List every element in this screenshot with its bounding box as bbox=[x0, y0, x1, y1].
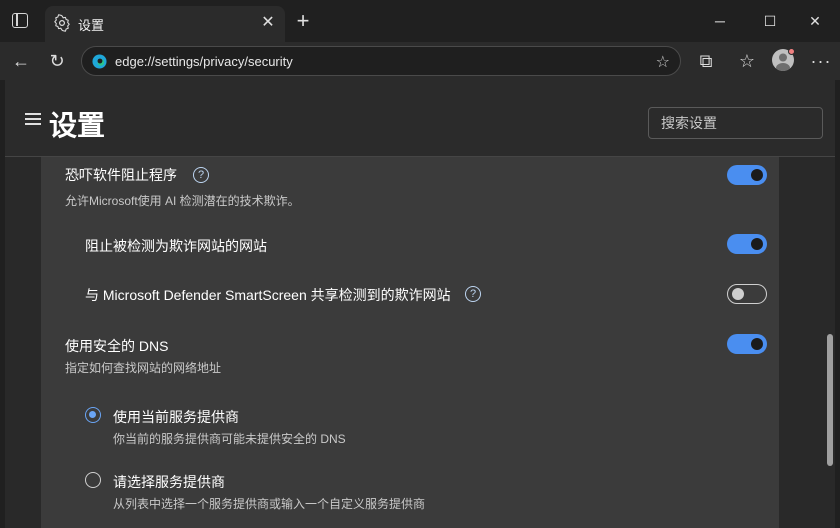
favorites-button[interactable]: ☆ bbox=[734, 48, 760, 74]
secure-dns-title: 使用安全的 DNS bbox=[65, 338, 169, 354]
dns-choose-desc: 从列表中选择一个服务提供商或输入一个自定义服务提供商 bbox=[113, 497, 426, 511]
tab-title: 设置 bbox=[78, 18, 105, 33]
scareware-desc: 允许Microsoft使用 AI 检测潜在的技术欺诈。 bbox=[65, 194, 300, 208]
dns-current-title: 使用当前服务提供商 bbox=[113, 409, 239, 425]
secure-dns-desc: 指定如何查找网站的网络地址 bbox=[65, 361, 222, 375]
refresh-button[interactable]: ↻ bbox=[44, 48, 70, 74]
dns-choose-radio[interactable] bbox=[85, 472, 101, 488]
minimize-button[interactable]: ─ bbox=[705, 8, 735, 34]
profile-notification-badge bbox=[788, 48, 795, 55]
help-icon[interactable]: ? bbox=[193, 167, 209, 183]
scareware-title: 恐吓软件阻止程序 bbox=[65, 167, 177, 183]
help-icon[interactable]: ? bbox=[465, 286, 481, 302]
close-window-button[interactable]: ✕ bbox=[800, 8, 830, 34]
address-bar[interactable]: edge://settings/privacy/security ☆ bbox=[81, 46, 681, 76]
scareware-toggle[interactable] bbox=[727, 165, 767, 185]
tab-close-button[interactable]: ✕ bbox=[257, 12, 279, 34]
left-gutter bbox=[5, 157, 41, 528]
settings-page: 设置 恐吓软件阻止程序 ? 允许Microsoft使用 AI 检测潜在的技术欺诈… bbox=[5, 80, 835, 528]
tab-settings[interactable]: 设置 ✕ bbox=[45, 6, 285, 42]
settings-header: 设置 bbox=[5, 80, 835, 157]
page-title: 设置 bbox=[49, 110, 106, 141]
new-tab-button[interactable]: + bbox=[292, 10, 314, 32]
dns-choose-title: 请选择服务提供商 bbox=[113, 474, 225, 490]
title-bar: 设置 ✕ + ─ ☐ ✕ bbox=[0, 0, 840, 42]
gear-icon bbox=[54, 14, 70, 32]
block-scam-sites-toggle[interactable] bbox=[727, 234, 767, 254]
block-scam-sites-title: 阻止被检测为欺诈网站的网站 bbox=[85, 238, 267, 254]
share-smartscreen-title: 与 Microsoft Defender SmartScreen 共享检测到的欺… bbox=[85, 287, 451, 303]
more-menu-button[interactable]: ··· bbox=[808, 48, 834, 74]
share-smartscreen-toggle[interactable] bbox=[727, 284, 767, 304]
url-text: edge://settings/privacy/security bbox=[115, 54, 293, 69]
tab-actions-icon[interactable] bbox=[12, 13, 28, 28]
settings-search-input[interactable] bbox=[648, 107, 823, 139]
menu-icon[interactable] bbox=[25, 113, 41, 125]
add-favorite-icon[interactable]: ☆ bbox=[656, 52, 670, 72]
extensions-button[interactable]: ⧉ bbox=[693, 48, 719, 74]
maximize-button[interactable]: ☐ bbox=[755, 8, 785, 34]
secure-dns-toggle[interactable] bbox=[727, 334, 767, 354]
scrollbar-thumb[interactable] bbox=[827, 334, 833, 466]
browser-toolbar: ← ↻ edge://settings/privacy/security ☆ ⧉… bbox=[0, 42, 840, 80]
dns-current-desc: 你当前的服务提供商可能未提供安全的 DNS bbox=[113, 432, 346, 446]
back-button[interactable]: ← bbox=[8, 48, 34, 74]
security-settings-card: 恐吓软件阻止程序 ? 允许Microsoft使用 AI 检测潜在的技术欺诈。 阻… bbox=[41, 157, 779, 528]
dns-current-radio[interactable] bbox=[85, 407, 101, 423]
edge-logo-icon bbox=[92, 54, 107, 69]
